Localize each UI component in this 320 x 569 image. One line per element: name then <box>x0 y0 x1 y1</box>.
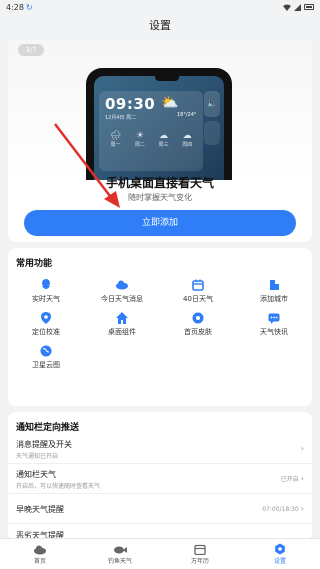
function-add-city[interactable]: 添加城市 <box>236 278 312 311</box>
calendar-nav-icon <box>193 543 207 555</box>
function-desktop-widget[interactable]: 桌面组件 <box>84 311 160 344</box>
phone-notch <box>155 76 179 81</box>
page-title: 设置 <box>149 19 171 32</box>
cloud-icon: ☁ <box>159 131 169 141</box>
function-home-skin[interactable]: 首页皮肤 <box>160 311 236 344</box>
setting-value: 07:00/18:30 <box>262 506 299 513</box>
function-40-day-weather[interactable]: 40日天气 <box>160 278 236 311</box>
function-today-weather[interactable]: 今日天气消息 <box>84 278 160 311</box>
add-widget-button[interactable]: 立即添加 <box>24 210 296 236</box>
sync-icon: ↻ <box>25 2 33 12</box>
signal-icon <box>294 3 301 11</box>
chevron-right-icon: › <box>300 474 304 483</box>
function-grid: 实时天气 今日天气消息 40日天气 添加城市 定位校准 桌面组件 首页皮肤 天气… <box>8 278 312 377</box>
bottom-navigation: 首页 钓鱼天气 万年历 设置 <box>0 538 320 569</box>
calendar-icon <box>191 278 205 292</box>
widget-forecast-row: 🌧 周一 ☀ 周二 ☁ 周三 ☁ 周四 <box>103 131 199 148</box>
setting-row-notification-weather[interactable]: 通知栏天气 开启后，可以快速随时查看天气 已开启 › <box>8 464 312 494</box>
nav-fishing-weather[interactable]: 钓鱼天气 <box>80 539 160 569</box>
chevron-right-icon: › <box>300 444 304 453</box>
page-indicator: 3/7 <box>18 44 44 56</box>
volume-icon: 🔈 <box>204 91 220 117</box>
building-icon <box>267 278 281 292</box>
function-satellite-map[interactable]: 卫星云图 <box>8 344 84 377</box>
status-icons <box>283 3 314 11</box>
widget-temp: 18°/24° <box>177 112 197 118</box>
widget-time: 09:30 <box>105 95 156 113</box>
cloud-icon: ☁ <box>182 131 192 141</box>
forecast-day: ☁ 周三 <box>158 131 169 148</box>
skin-icon <box>191 311 205 325</box>
setting-row-morning-evening[interactable]: 早晚天气提醒 07:00/18:30 › <box>8 494 312 524</box>
promo-subtitle: 随时掌握天气变化 <box>128 193 192 202</box>
battery-icon <box>304 4 314 10</box>
function-weather-news[interactable]: 天气快讯 <box>236 311 312 344</box>
home-icon <box>115 311 129 325</box>
weather-widget-preview: 09:30 12月4日 周二 ⛅ 18°/24° 🌧 周一 ☀ 周二 ☁ 周三 ☁ 周四 <box>99 91 203 171</box>
location-icon <box>39 311 53 325</box>
nav-settings[interactable]: 设置 <box>240 539 320 569</box>
function-location-calibrate[interactable]: 定位校准 <box>8 311 84 344</box>
status-bar: 4:28 ↻ <box>0 0 320 14</box>
status-time: 4:28 ↻ <box>6 2 33 12</box>
section-title-common: 常用功能 <box>16 259 53 269</box>
nav-calendar[interactable]: 万年历 <box>160 539 240 569</box>
chevron-right-icon: › <box>300 504 304 513</box>
setting-row-message-reminder[interactable]: 消息提醒及开关 天气通知已开启 › <box>8 434 312 464</box>
message-icon <box>267 311 281 325</box>
rain-icon: 🌧 <box>109 131 122 141</box>
settings-icon <box>273 543 287 555</box>
side-widget <box>204 121 220 145</box>
widget-date: 12月4日 周二 <box>105 115 137 121</box>
phone-screen: 09:30 12月4日 周二 ⛅ 18°/24° 🌧 周一 ☀ 周二 ☁ 周三 ☁ 周四… <box>94 76 224 180</box>
cloud-sun-icon: ⛅ <box>161 95 179 111</box>
section-title-notify: 通知栏定向推送 <box>16 423 80 433</box>
wifi-icon <box>283 4 291 11</box>
forecast-day: 🌧 周一 <box>109 131 122 148</box>
nav-home[interactable]: 首页 <box>0 539 80 569</box>
common-functions-card: 常用功能 实时天气 今日天气消息 40日天气 添加城市 定位校准 桌面组件 首页… <box>8 248 312 406</box>
function-realtime-weather[interactable]: 实时天气 <box>8 278 84 311</box>
home-nav-icon <box>33 543 47 555</box>
globe-icon <box>39 344 53 358</box>
notification-settings-card: 通知栏定向推送 消息提醒及开关 天气通知已开启 › 通知栏天气 开启后，可以快速… <box>8 412 312 540</box>
widget-promo-card: 3/7 09:30 12月4日 周二 ⛅ 18°/24° 🌧 周一 ☀ 周二 ☁ 周三… <box>8 40 312 242</box>
sun-icon: ☀ <box>135 131 144 141</box>
cloud-icon <box>115 278 129 292</box>
fish-icon <box>113 543 127 555</box>
forecast-day: ☀ 周二 <box>134 131 145 148</box>
setting-value: 已开启 <box>280 476 299 483</box>
forecast-day: ☁ 周四 <box>182 131 193 148</box>
phone-illustration: 09:30 12月4日 周二 ⛅ 18°/24° 🌧 周一 ☀ 周二 ☁ 周三 ☁ 周四… <box>86 68 232 180</box>
weather-icon <box>39 278 53 292</box>
promo-title: 手机桌面直接看天气 <box>105 176 214 190</box>
